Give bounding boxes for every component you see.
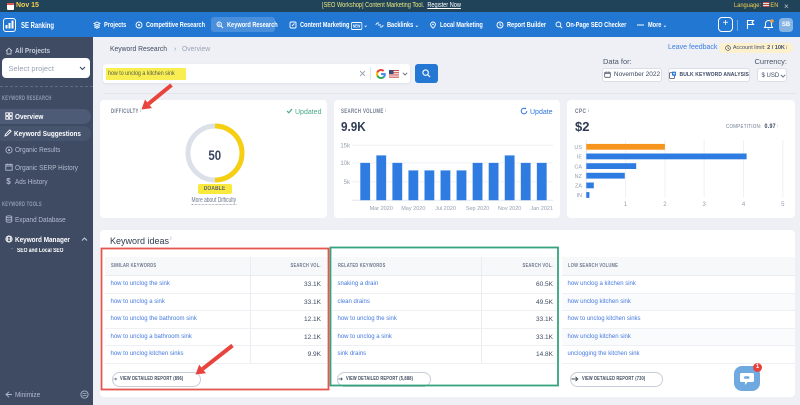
svg-text:IN: IN	[577, 193, 583, 199]
svg-text:2: 2	[663, 202, 667, 208]
svg-text:4: 4	[742, 202, 746, 208]
svg-text:3: 3	[703, 202, 707, 208]
svg-text:15k: 15k	[340, 143, 351, 149]
svg-text:IE: IE	[577, 154, 583, 160]
svg-text:CA: CA	[574, 164, 582, 170]
svg-text:10k: 10k	[340, 161, 351, 167]
svg-text:Jul 2020: Jul 2020	[435, 206, 456, 212]
svg-text:1: 1	[624, 202, 628, 208]
svg-text:Sep 2020: Sep 2020	[466, 206, 490, 212]
svg-text:Mar 2020: Mar 2020	[370, 206, 393, 212]
svg-text:Nov 2020: Nov 2020	[498, 206, 522, 212]
svg-text:NZ: NZ	[575, 173, 583, 179]
svg-text:ZA: ZA	[575, 183, 582, 189]
svg-text:5: 5	[781, 202, 785, 208]
svg-text:5k: 5k	[344, 180, 351, 186]
svg-text:Jan 2021: Jan 2021	[530, 206, 553, 212]
svg-text:US: US	[574, 145, 582, 151]
svg-text:May 2020: May 2020	[401, 206, 425, 212]
svg-text:o: o	[218, 22, 220, 26]
